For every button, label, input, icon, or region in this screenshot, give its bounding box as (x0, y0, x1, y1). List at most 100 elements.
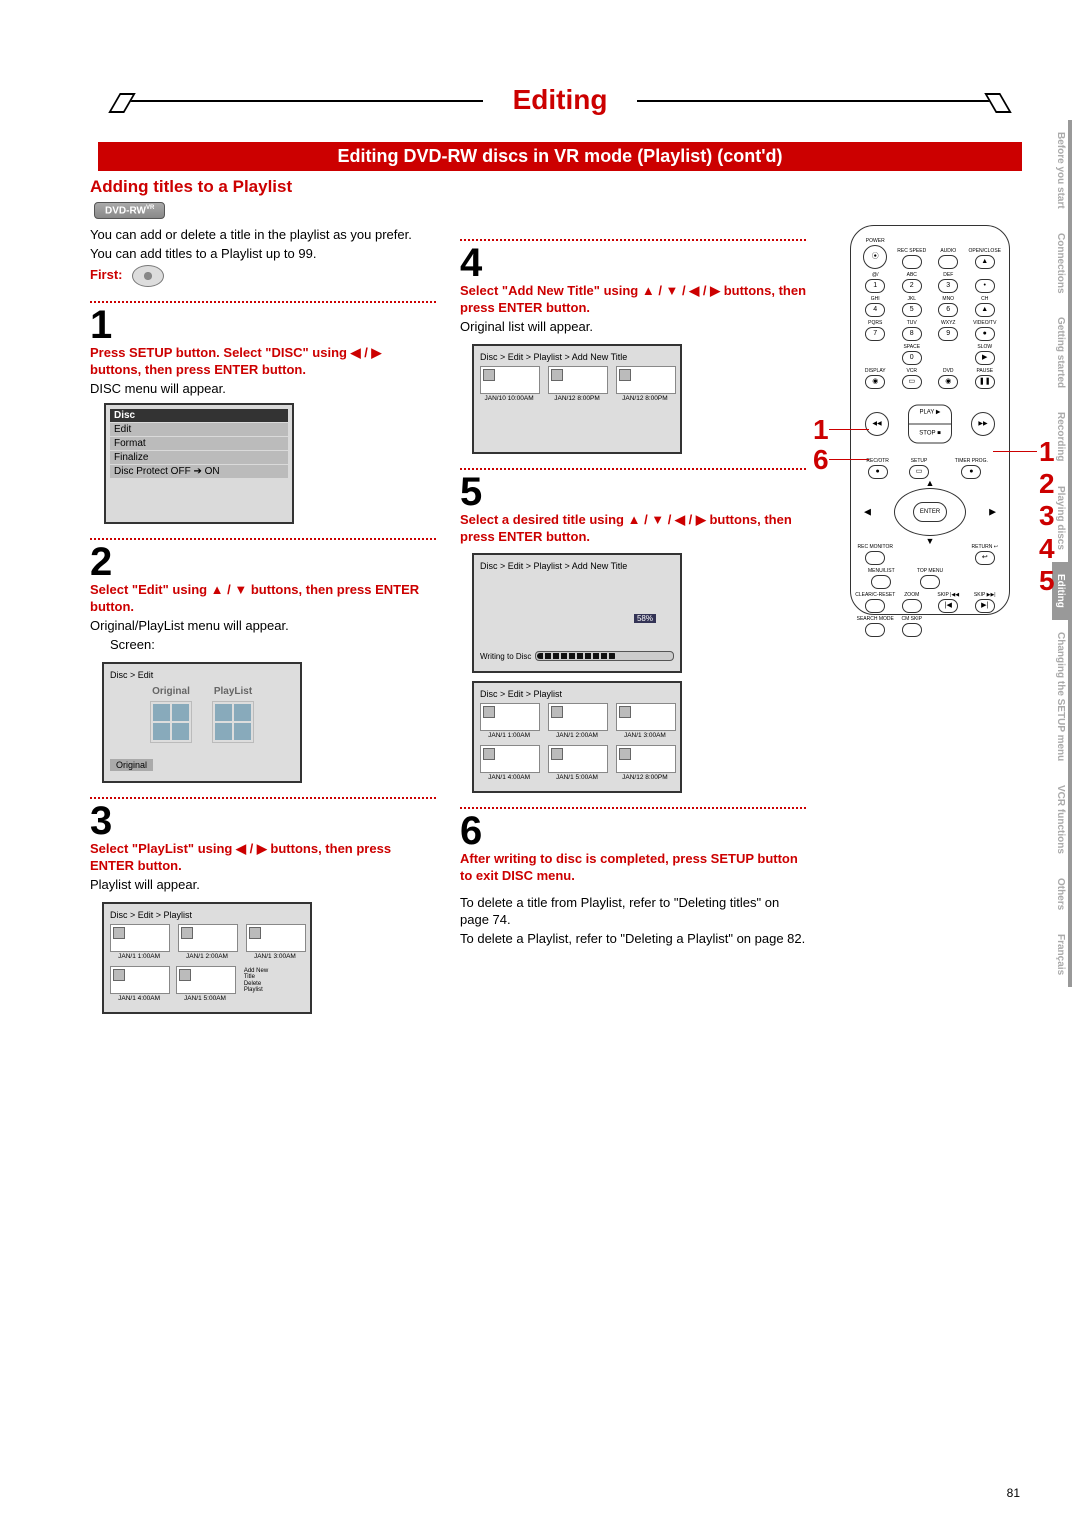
tab-vcr-functions[interactable]: VCR functions (1052, 773, 1072, 866)
dvd-button[interactable]: ◉ (938, 375, 958, 389)
playlist-thumb: JAN/1 3:00AM (616, 703, 674, 739)
num-8-button[interactable]: 8 (902, 327, 922, 341)
tab-francais[interactable]: Français (1052, 922, 1072, 987)
menu-list-button[interactable] (871, 575, 891, 589)
intro-text-2: You can add titles to a Playlist up to 9… (90, 246, 436, 263)
disc-type-badge: DVD-RWVR (94, 202, 165, 219)
vcr-button[interactable]: ▭ (902, 375, 922, 389)
rec-otr-button[interactable]: ● (868, 465, 888, 479)
tab-connections[interactable]: Connections (1052, 221, 1072, 306)
num-2-button[interactable]: 2 (902, 279, 922, 293)
stop-button[interactable]: STOP ■ (908, 425, 952, 444)
writing-progress-screenshot: Disc > Edit > Playlist > Add New Title 5… (472, 553, 682, 673)
audio-button[interactable] (938, 255, 958, 269)
play-button[interactable]: PLAY ▶ (908, 405, 952, 425)
setup-button[interactable]: ▭ (909, 465, 929, 479)
right-arrow-button[interactable]: ▶ (989, 507, 996, 518)
playlist-thumb: JAN/1 1:00AM (110, 924, 168, 960)
disc-menu-header: Disc (110, 409, 288, 422)
display-button[interactable]: ◉ (865, 375, 885, 389)
num-3-button[interactable]: 3 (938, 279, 958, 293)
search-mode-button[interactable] (865, 623, 885, 637)
clear-button[interactable] (865, 599, 885, 613)
num-5-button[interactable]: 5 (902, 303, 922, 317)
step-2-instruction: Select "Edit" using ▲ / ▼ buttons, then … (90, 582, 436, 616)
step-6-instruction: After writing to disc is completed, pres… (460, 851, 806, 885)
num-4-button[interactable]: 4 (865, 303, 885, 317)
original-option: Original (150, 686, 192, 743)
remote-control-diagram: POWER⦿ REC SPEED AUDIO OPEN/CLOSE▲ @/1 A… (850, 225, 1010, 615)
slow-button[interactable]: ▶ (975, 351, 995, 365)
step-5-instruction: Select a desired title using ▲ / ▼ / ◀ /… (460, 512, 806, 546)
callout-left-1: 1 (813, 414, 829, 446)
playlist-option: PlayList (212, 686, 254, 743)
open-close-button[interactable]: ▲ (975, 255, 995, 269)
tab-others[interactable]: Others (1052, 866, 1072, 922)
disc-menu-item: Disc Protect OFF ➔ ON (110, 465, 288, 478)
breadcrumb: Disc > Edit (110, 670, 294, 680)
rec-monitor-button[interactable] (865, 551, 885, 565)
num-7-button[interactable]: 7 (865, 327, 885, 341)
left-column: You can add or delete a title in the pla… (90, 225, 436, 1022)
tab-setup-menu[interactable]: Changing the SETUP menu (1052, 620, 1072, 773)
playlist-thumb: JAN/1 2:00AM (548, 703, 606, 739)
breadcrumb: Disc > Edit > Playlist (110, 910, 304, 920)
playlist-thumb: JAN/1 4:00AM (480, 745, 538, 781)
power-button[interactable]: ⦿ (863, 245, 887, 269)
page-title: Editing (483, 84, 638, 116)
step-5-number: 5 (460, 474, 806, 510)
middle-column: 4 Select "Add New Title" using ▲ / ▼ / ◀… (460, 225, 806, 1022)
pause-button[interactable]: ❚❚ (975, 375, 995, 389)
title-thumb: JAN/10 10:00AM (480, 366, 538, 402)
dvd-disc-icon (132, 265, 164, 287)
callout-right-numbers: 1 2 3 4 5 (1039, 436, 1080, 597)
edit-footer-label: Original (110, 759, 153, 771)
playlist-thumb: JAN/1 1:00AM (480, 703, 538, 739)
playlist-result-screenshot: Disc > Edit > Playlist JAN/1 1:00AM JAN/… (472, 681, 682, 793)
progress-percent: 58% (634, 614, 656, 623)
step-1-instruction: Press SETUP button. Select "DISC" using … (90, 345, 436, 379)
playlist-screenshot: Disc > Edit > Playlist JAN/1 1:00AM JAN/… (102, 902, 312, 1014)
rec-speed-button[interactable] (902, 255, 922, 269)
title-thumb: JAN/12 8:00PM (616, 366, 674, 402)
zoom-button[interactable] (902, 599, 922, 613)
up-arrow-button[interactable]: ▲ (926, 478, 935, 488)
num-1-button[interactable]: 1 (865, 279, 885, 293)
timer-prog-button[interactable]: ● (961, 465, 981, 479)
step-6-note-2: To delete a Playlist, refer to "Deleting… (460, 931, 806, 948)
left-arrow-button[interactable]: ◀ (864, 507, 871, 518)
video-tv-button[interactable]: ● (975, 327, 995, 341)
skip-back-button[interactable]: |◀ (938, 599, 958, 613)
playlist-extra-actions: Add New Title Delete Playlist (242, 966, 304, 1002)
intro-text-1: You can add or delete a title in the pla… (90, 227, 436, 244)
ch-up-button[interactable]: ▲ (975, 303, 995, 317)
screen-label: Screen: (110, 637, 436, 654)
enter-button[interactable]: ENTER (913, 502, 947, 522)
top-menu-button[interactable] (920, 575, 940, 589)
subheading: Adding titles to a Playlist (90, 177, 1030, 197)
playlist-thumb: JAN/1 5:00AM (548, 745, 606, 781)
down-arrow-button[interactable]: ▼ (926, 536, 935, 546)
skip-fwd-button[interactable]: ▶| (975, 599, 995, 613)
disc-menu-item: Finalize (110, 451, 288, 464)
progress-bar (535, 651, 674, 661)
breadcrumb: Disc > Edit > Playlist > Add New Title (480, 352, 674, 362)
page-title-bar: Editing (90, 100, 1030, 134)
step-3-number: 3 (90, 803, 436, 839)
step-4-result: Original list will appear. (460, 319, 806, 336)
tab-getting-started[interactable]: Getting started (1052, 305, 1072, 400)
step-6-note-1: To delete a title from Playlist, refer t… (460, 895, 806, 929)
tab-before-you-start[interactable]: Before you start (1052, 120, 1072, 221)
step-1-number: 1 (90, 307, 436, 343)
rewind-button[interactable]: ◀◀ (865, 412, 889, 436)
return-button[interactable]: ↩ (975, 551, 995, 565)
breadcrumb: Disc > Edit > Playlist > Add New Title (480, 561, 674, 571)
nav-cluster: ENTER ◀ ▶ ▲ ▼ (880, 484, 980, 540)
fast-forward-button[interactable]: ▶▶ (971, 412, 995, 436)
num-6-button[interactable]: 6 (938, 303, 958, 317)
num-0-button[interactable]: 0 (902, 351, 922, 365)
disc-menu-item: Format (110, 437, 288, 450)
cm-skip-button[interactable] (902, 623, 922, 637)
num-9-button[interactable]: 9 (938, 327, 958, 341)
ch-up-dot-button[interactable]: • (975, 279, 995, 293)
